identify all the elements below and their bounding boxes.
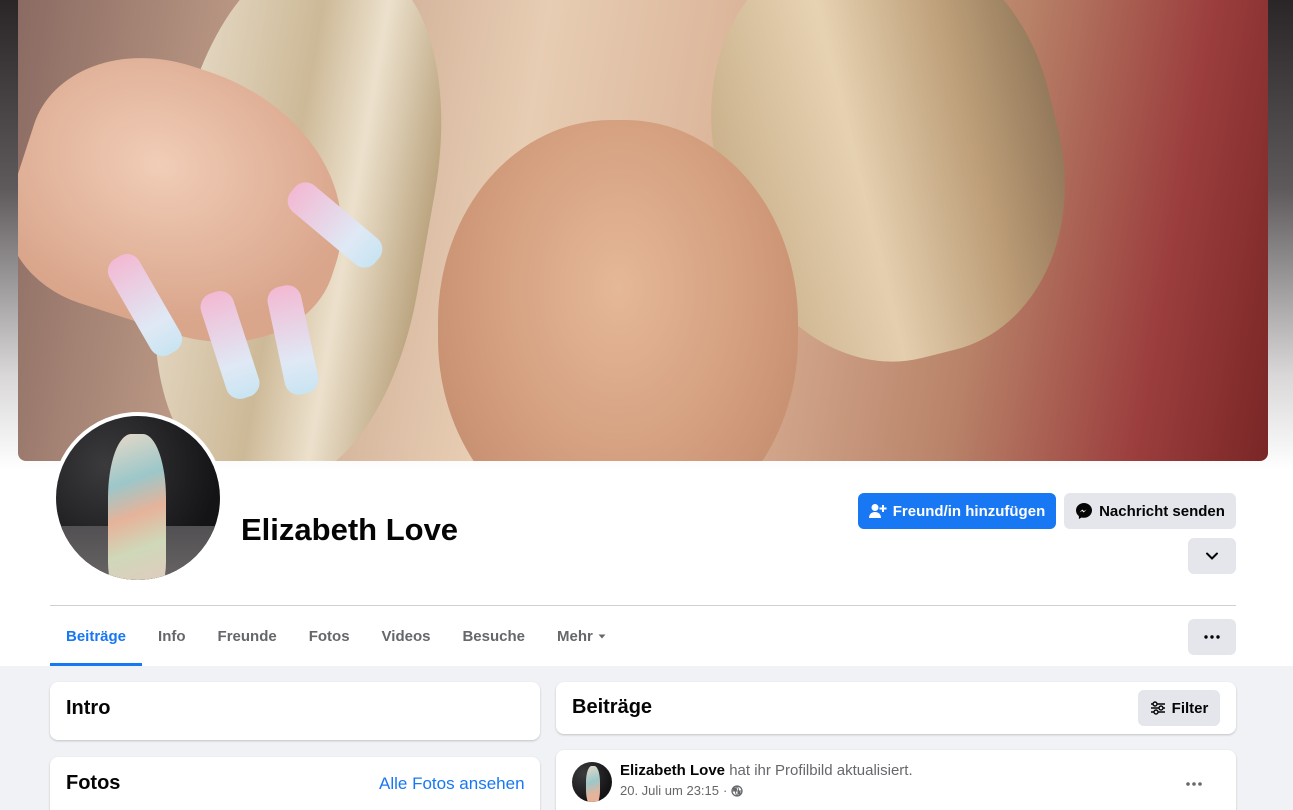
filter-label: Filter [1171,699,1209,717]
tab-beitraege[interactable]: Beiträge [50,606,143,666]
tab-mehr[interactable]: Mehr [541,606,623,666]
tab-fotos[interactable]: Fotos [293,606,366,666]
profile-tabs: Beiträge Info Freunde Fotos Videos Besuc… [50,606,623,666]
profile-picture[interactable] [56,416,220,580]
add-friend-icon [868,503,887,519]
post-timestamp[interactable]: 20. Juli um 23:15 [620,783,719,798]
photos-card: Fotos Alle Fotos ansehen [50,757,540,810]
tabs-more-button[interactable] [1188,619,1236,655]
photos-title: Fotos [66,772,121,794]
messenger-icon [1075,502,1093,520]
post-author-name[interactable]: Elizabeth Love [620,762,725,779]
tab-besuche[interactable]: Besuche [446,606,541,666]
filter-button[interactable]: Filter [1138,690,1220,726]
see-all-photos-link[interactable]: Alle Fotos ansehen [379,774,525,794]
more-dots-icon [1204,635,1220,639]
post-action-text: hat ihr Profilbild aktualisiert. [725,762,913,779]
add-friend-label: Freund/in hinzufügen [892,502,1046,520]
filter-icon [1150,701,1166,715]
post-meta-separator: · [723,783,728,798]
posts-header-card: Beiträge Filter [556,682,1236,734]
cover-photo[interactable] [18,0,1268,461]
post-card: Elizabeth Love hat ihr Profilbild aktual… [556,750,1236,810]
more-dots-icon [1186,782,1202,786]
chevron-down-icon [1205,551,1219,561]
post-options-button[interactable] [1186,770,1202,791]
post-author-avatar[interactable] [572,762,612,802]
tab-info[interactable]: Info [142,606,202,666]
intro-title: Intro [66,697,111,719]
add-friend-button[interactable]: Freund/in hinzufügen [858,493,1056,529]
posts-title: Beiträge [572,696,653,718]
profile-name: Elizabeth Love [241,512,459,547]
profile-more-options-button[interactable] [1188,538,1236,574]
intro-card: Intro [50,682,540,740]
send-message-button[interactable]: Nachricht senden [1064,493,1236,529]
caret-down-icon [597,632,607,640]
post-headline: Elizabeth Love hat ihr Profilbild aktual… [620,762,913,779]
post-meta: 20. Juli um 23:15 · [620,783,744,798]
tab-videos[interactable]: Videos [366,606,447,666]
tab-freunde[interactable]: Freunde [202,606,293,666]
globe-icon [731,784,744,797]
send-message-label: Nachricht senden [1099,502,1225,520]
